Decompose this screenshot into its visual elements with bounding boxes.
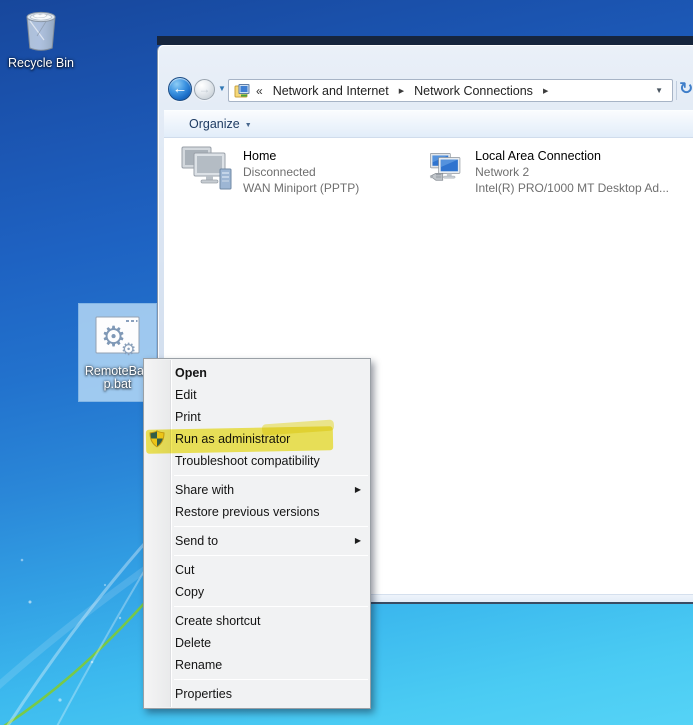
menu-item-troubleshoot-compatibility[interactable]: Troubleshoot compatibility xyxy=(144,450,370,472)
menu-item-edit[interactable]: Edit xyxy=(144,384,370,406)
menu-separator xyxy=(174,679,368,680)
breadcrumb-chevron-icon[interactable]: ▶ xyxy=(541,87,550,95)
menu-separator xyxy=(174,526,368,527)
connection-name: Local Area Connection xyxy=(475,149,601,163)
menu-item-delete[interactable]: Delete xyxy=(144,632,370,654)
network-lan-icon xyxy=(429,153,461,181)
menu-item-label: Send to xyxy=(175,534,219,548)
batch-file-art: ⚙ ⚙ xyxy=(95,315,141,357)
submenu-arrow-icon: ▶ xyxy=(354,485,361,494)
address-bar[interactable]: « Network and Internet ▶ Network Connect… xyxy=(228,79,673,102)
menu-item-label: Print xyxy=(175,410,201,424)
menu-item-cut[interactable]: Cut xyxy=(144,559,370,581)
connection-device: WAN Miniport (PPTP) xyxy=(243,181,360,195)
window-top-border xyxy=(157,36,693,45)
menu-item-print[interactable]: Print xyxy=(144,406,370,428)
breadcrumb-chevron-icon[interactable]: ▶ xyxy=(397,87,406,95)
menu-item-label: Rename xyxy=(175,658,223,672)
menu-item-rename[interactable]: Rename xyxy=(144,654,370,676)
recycle-bin-icon[interactable]: Recycle Bin xyxy=(2,6,80,70)
forward-icon: → xyxy=(198,82,211,96)
recycle-bin-label: Recycle Bin xyxy=(8,56,74,70)
command-toolbar: Organize ▼ xyxy=(164,110,693,138)
address-refresh-divider xyxy=(676,81,677,100)
menu-separator xyxy=(174,475,368,476)
menu-separator xyxy=(174,606,368,607)
connection-name: Home xyxy=(243,149,277,163)
menu-item-create-shortcut[interactable]: Create shortcut xyxy=(144,610,370,632)
menu-item-copy[interactable]: Copy xyxy=(144,581,370,603)
back-button[interactable]: ← xyxy=(168,77,192,101)
organize-label: Organize xyxy=(189,117,240,131)
menu-item-label: Properties xyxy=(175,687,232,701)
menu-item-label: Open xyxy=(175,366,207,380)
context-menu: Open Edit Print Run as administrator xyxy=(143,358,371,709)
menu-item-label: Troubleshoot compatibility xyxy=(175,454,320,468)
submenu-arrow-icon: ▶ xyxy=(354,536,361,545)
tile-text: Local Area Connection Network 2 Intel(R)… xyxy=(475,144,669,196)
menu-item-send-to[interactable]: Send to ▶ xyxy=(144,530,370,552)
location-icon xyxy=(234,83,250,97)
menu-item-open[interactable]: Open xyxy=(144,362,370,384)
connection-item-lan[interactable]: Local Area Connection Network 2 Intel(R)… xyxy=(429,144,669,196)
desktop: Recycle Bin ← → ▼ « Network and Internet… xyxy=(0,0,693,725)
back-icon: ← xyxy=(172,80,188,97)
connection-item-home[interactable]: Home Disconnected WAN Miniport (PPTP) xyxy=(180,144,420,196)
menu-item-label: Restore previous versions xyxy=(175,505,320,519)
menu-item-label: Cut xyxy=(175,563,195,577)
connection-status: Network 2 xyxy=(475,165,530,179)
menu-item-label: Share with xyxy=(175,483,235,497)
menu-item-label: Edit xyxy=(175,388,197,402)
trash-can-icon xyxy=(26,11,56,51)
breadcrumb-network-and-internet[interactable]: Network and Internet xyxy=(268,84,394,98)
address-dropdown-icon[interactable]: ▼ xyxy=(651,86,667,95)
organize-menu-button[interactable]: Organize ▼ xyxy=(183,111,258,137)
menu-item-label: Create shortcut xyxy=(175,614,261,628)
menu-item-label: Copy xyxy=(175,585,205,599)
menu-item-share-with[interactable]: Share with ▶ xyxy=(144,479,370,501)
tile-text: Home Disconnected WAN Miniport (PPTP) xyxy=(243,144,359,196)
menu-item-restore-previous-versions[interactable]: Restore previous versions xyxy=(144,501,370,523)
connection-status: Disconnected xyxy=(243,165,316,179)
network-home-icon xyxy=(181,146,232,190)
menu-item-label: Delete xyxy=(175,636,212,650)
gear-icon-small: ⚙ xyxy=(121,340,136,357)
chevron-down-icon: ▼ xyxy=(244,122,252,129)
breadcrumb-overflow[interactable]: « xyxy=(254,84,265,98)
nav-history-dropdown-icon[interactable]: ▼ xyxy=(218,84,226,93)
menu-separator xyxy=(174,555,368,556)
forward-button[interactable]: → xyxy=(194,79,215,100)
breadcrumb-network-connections[interactable]: Network Connections xyxy=(409,84,538,98)
connection-device: Intel(R) PRO/1000 MT Desktop Ad... xyxy=(475,181,669,195)
refresh-icon[interactable]: ↻ xyxy=(679,79,693,99)
menu-item-properties[interactable]: Properties xyxy=(144,683,370,705)
